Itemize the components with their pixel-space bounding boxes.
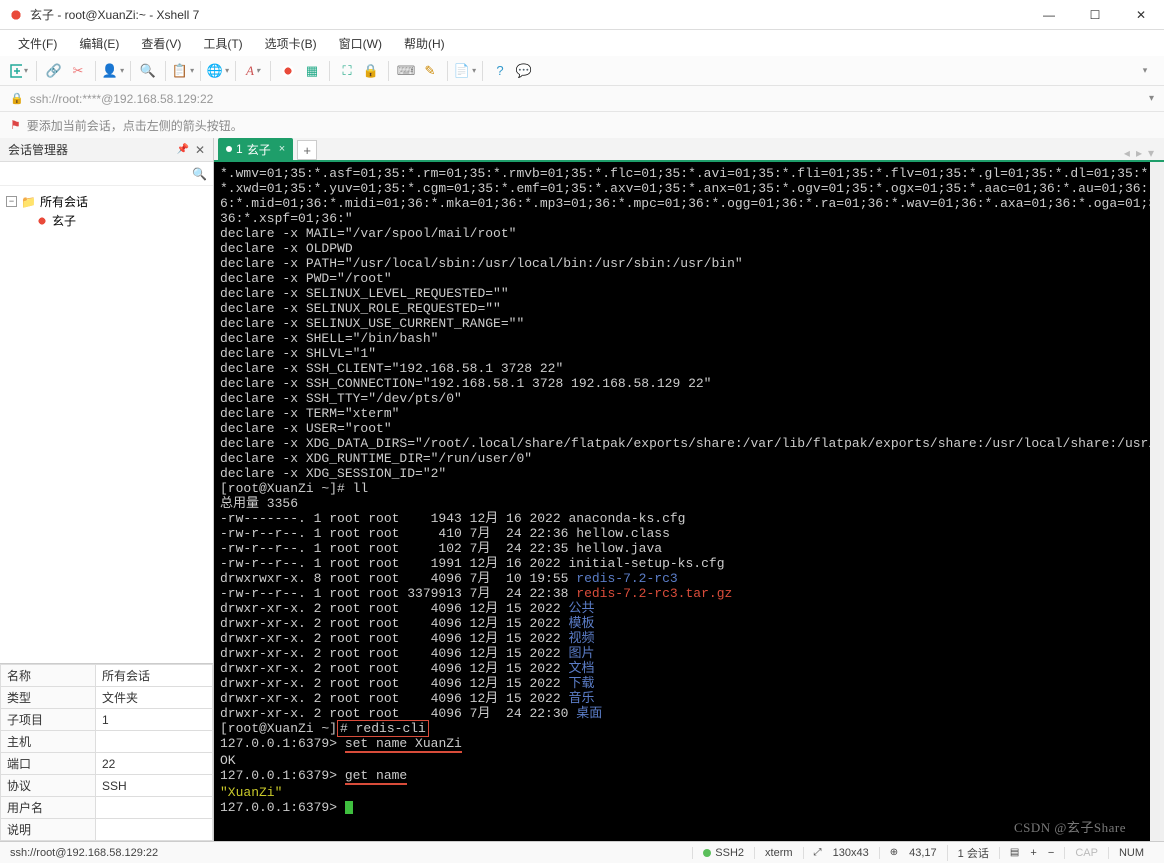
tab-label: 玄子 — [247, 141, 271, 158]
menubar: 文件(F) 编辑(E) 查看(V) 工具(T) 选项卡(B) 窗口(W) 帮助(… — [0, 30, 1164, 56]
disconnect-icon[interactable]: ✂ — [69, 62, 87, 80]
pin-icon[interactable]: 📌 — [176, 144, 188, 155]
lock-icon[interactable]: 🔒 — [362, 62, 380, 80]
menu-window[interactable]: 窗口(W) — [335, 33, 386, 54]
tree-child[interactable]: 玄子 — [6, 211, 207, 230]
watermark: CSDN @玄子Share — [1014, 820, 1126, 835]
script-icon[interactable]: 📄 — [456, 62, 474, 80]
terminal[interactable]: *.wmv=01;35:*.asf=01;35:*.rm=01;35:*.rmv… — [214, 162, 1164, 841]
toolbar: 🔗 ✂ 👤 🔍 📋 🌐 A ▦ ⛶ 🔒 ⌨ ✎ 📄 ? 💬 ▾ — [0, 56, 1164, 86]
menu-help[interactable]: 帮助(H) — [400, 33, 449, 54]
tree-root-label: 所有会话 — [40, 193, 88, 210]
hint-text: 要添加当前会话，点击左侧的箭头按钮。 — [27, 117, 243, 134]
session-tree[interactable]: − 📁 所有会话 玄子 — [0, 186, 213, 663]
prop-row: 端口22 — [1, 753, 213, 775]
panel-title: 会话管理器 — [8, 141, 68, 158]
ssl-lock-icon: 🔒 — [10, 92, 24, 105]
font-icon[interactable]: A — [244, 62, 262, 80]
status-minus: − — [1048, 847, 1054, 859]
tab-index: 1 — [236, 142, 243, 156]
folder-icon: 📁 — [21, 195, 36, 209]
chat-icon[interactable]: 💬 — [515, 62, 533, 80]
prop-row: 类型文件夹 — [1, 687, 213, 709]
flag-icon: ⚑ — [10, 118, 21, 132]
globe-icon[interactable]: 🌐 — [209, 62, 227, 80]
window-title: 玄子 - root@XuanZi:~ - Xshell 7 — [30, 6, 1026, 23]
menu-tabs[interactable]: 选项卡(B) — [261, 33, 321, 54]
menu-edit[interactable]: 编辑(E) — [75, 33, 123, 54]
xftp-icon[interactable]: ▦ — [303, 62, 321, 80]
panel-header: 会话管理器 📌 ✕ — [0, 138, 213, 162]
tree-root[interactable]: − 📁 所有会话 — [6, 192, 207, 211]
profile-icon[interactable]: 👤 — [104, 62, 122, 80]
session-icon — [36, 215, 48, 227]
status-term: xterm — [754, 847, 803, 859]
address-text: ssh://root:****@192.168.58.129:22 — [30, 92, 1149, 106]
tab-status-icon — [226, 146, 232, 152]
status-line: ▤ + − — [999, 847, 1064, 859]
copy-icon[interactable]: 📋 — [174, 62, 192, 80]
sidebar: 会话管理器 📌 ✕ 🔍 − 📁 所有会话 玄子 名称所有会话类型文件夹子项目1主… — [0, 138, 214, 841]
status-cap: CAP — [1064, 847, 1108, 859]
prop-row: 名称所有会话 — [1, 665, 213, 687]
minimize-button[interactable]: ― — [1026, 0, 1072, 30]
status-sessions: 1 会话 — [947, 845, 999, 861]
tab-prev-icon[interactable]: ◂ — [1124, 146, 1130, 160]
properties-table: 名称所有会话类型文件夹子项目1主机端口22协议SSH用户名说明 — [0, 663, 213, 841]
prop-row: 说明 — [1, 819, 213, 841]
menu-file[interactable]: 文件(F) — [14, 33, 61, 54]
address-dropdown-icon[interactable]: ▾ — [1149, 93, 1154, 104]
prop-row: 主机 — [1, 731, 213, 753]
app-logo-icon — [8, 7, 24, 23]
fullscreen-icon[interactable]: ⛶ — [338, 62, 356, 80]
search-icon[interactable]: 🔍 — [139, 62, 157, 80]
status-pos: ⊕ 43,17 — [879, 847, 947, 859]
new-session-icon[interactable] — [10, 62, 28, 80]
prop-row: 协议SSH — [1, 775, 213, 797]
status-num: NUM — [1108, 847, 1154, 859]
tab-menu-icon[interactable]: ▾ — [1148, 146, 1154, 160]
panel-close-icon[interactable]: ✕ — [195, 143, 205, 157]
menu-tools[interactable]: 工具(T) — [199, 33, 246, 54]
add-tab-button[interactable]: + — [297, 140, 317, 160]
address-bar[interactable]: 🔒 ssh://root:****@192.168.58.129:22 ▾ — [0, 86, 1164, 112]
collapse-icon[interactable]: − — [6, 196, 17, 207]
edit-icon[interactable]: ✎ — [421, 62, 439, 80]
magnifier-icon: 🔍 — [192, 167, 207, 181]
hint-bar: ⚑ 要添加当前会话，点击左侧的箭头按钮。 — [0, 112, 1164, 138]
tab-close-icon[interactable]: × — [279, 143, 285, 155]
status-bar: ssh://root@192.168.58.129:22 SSH2 xterm … — [0, 841, 1164, 863]
titlebar: 玄子 - root@XuanZi:~ - Xshell 7 ― ☐ ✕ — [0, 0, 1164, 30]
status-ssh: SSH2 — [692, 847, 754, 859]
dropdown-chevron-icon[interactable]: ▾ — [1136, 62, 1154, 80]
link-icon[interactable]: 🔗 — [45, 62, 63, 80]
maximize-button[interactable]: ☐ — [1072, 0, 1118, 30]
status-size: ⤢ 130x43 — [803, 847, 879, 859]
app-icon[interactable] — [279, 62, 297, 80]
keyboard-icon[interactable]: ⌨ — [397, 62, 415, 80]
status-connection: ssh://root@192.168.58.129:22 — [10, 847, 158, 859]
status-plus: + — [1030, 847, 1036, 859]
prop-row: 用户名 — [1, 797, 213, 819]
help-icon[interactable]: ? — [491, 62, 509, 80]
tab-next-icon[interactable]: ▸ — [1136, 146, 1142, 160]
prop-row: 子项目1 — [1, 709, 213, 731]
session-search[interactable]: 🔍 — [0, 162, 213, 186]
status-dot-icon — [703, 849, 711, 857]
tab-strip: 1 玄子 × + ◂ ▸ ▾ — [214, 138, 1164, 162]
menu-view[interactable]: 查看(V) — [137, 33, 185, 54]
close-button[interactable]: ✕ — [1118, 0, 1164, 30]
tab-active[interactable]: 1 玄子 × — [218, 138, 293, 160]
tree-child-label: 玄子 — [52, 212, 76, 229]
